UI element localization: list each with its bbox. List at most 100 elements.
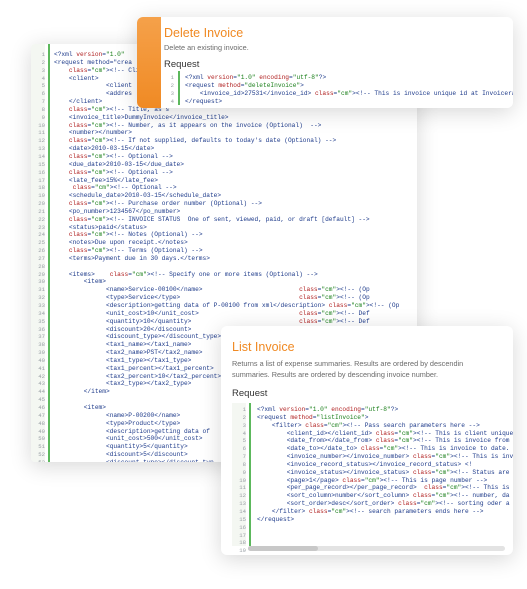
line-number: 46 [38,403,45,411]
code-line: <status>paid</status> [54,223,147,231]
gutter-divider [48,44,50,462]
line-number: 42 [38,372,45,380]
delete-request-label: Request [164,59,200,70]
line-number: 25 [38,239,45,247]
code-line: <item> [54,278,106,286]
code-line: <quantity>10</quantity> class="cm"><!-- … [54,317,370,325]
line-number: 21 [38,207,45,215]
line-number: 26 [38,247,45,255]
line-number: 53 [31,459,45,462]
scrollbar-thumb[interactable] [248,546,318,551]
line-number: 17 [38,176,45,184]
line-number: 15 [38,160,45,168]
code-line: <description>getting data of P-00100 fro… [54,302,400,309]
list-invoice-code: <?xml version="1.0" encoding="utf-8"?> <r… [257,406,513,555]
line-number: 5 [242,437,246,445]
list-invoice-description: Returns a list of expense summaries. Res… [232,359,463,380]
line-number: 6 [41,90,45,98]
code-line: </filter> class="cm"><!-- search paramet… [257,507,484,515]
code-line: class="cm"><!-- Purchase order number (O… [68,200,262,208]
code-line: <sort_order>desc</sort_order> class="cm"… [257,500,510,508]
line-number: 11 [38,129,45,137]
code-line: <unit_cost>10</unit_cost> class="cm"><!-… [54,309,370,317]
delete-invoice-card: Delete Invoice Delete an existing invoic… [137,17,513,108]
code-line: <invoice_id>27531</invoice_id> class="cm… [185,89,513,97]
line-number: 20 [38,200,45,208]
code-line: <?xml version="1.0" encoding="utf-8"?> [257,406,399,413]
line-number: 48 [38,419,45,427]
code-line: <terms>Payment due in 30 days.</terms> [54,254,210,262]
code-line: class="cm"><!-- Optional --> [68,168,173,176]
line-number: 3 [41,66,45,74]
line-number: 36 [38,325,45,333]
line-number: 10 [38,121,45,129]
line-number: 47 [38,411,45,419]
delete-invoice-code: <?xml version="1.0" encoding="utf-8"?> <r… [185,74,513,105]
code-line: <schedule_date>2010-03-15</schedule_date… [54,192,222,200]
line-number: 8 [41,105,45,113]
code-line: <date_to></date_to> class="cm"><!-- This… [257,445,510,453]
code-line: class="cm"><!-- Number, as it appears on… [68,121,322,129]
line-number: 31 [38,286,45,294]
code-line: </request> [257,515,295,523]
line-number: 40 [38,356,45,364]
line-number: 19 [239,547,246,555]
code-line: <sort_column>number</sort_column> class=… [257,492,510,500]
line-number: 1 [41,51,45,58]
code-line: <client_id></client_id> class="cm"><!-- … [257,429,513,437]
gutter-divider [249,403,251,546]
code-line: <due_date>2010-03-15</due_date> [54,160,184,168]
line-number: 52 [38,451,45,459]
line-number: 17 [239,531,246,539]
code-line: <items> class="cm"><!-- Specify one or m… [54,270,318,278]
line-number: 3 [242,421,246,429]
code-line: class="cm"><!-- Notes (Optional) --> [68,231,203,239]
line-number: 2 [41,58,45,66]
line-number: 34 [38,309,45,317]
line-number: 28 [38,262,45,270]
line-number: 9 [41,113,45,121]
description-line-1: Returns a list of expense summaries. Res… [232,359,464,368]
line-number: 2 [242,413,246,421]
line-numbers: 1 2 3 4 5 6 7 8 9 10 11 12 13 14 15 16 17 18 19 20 21 22 23 24 2… [31,51,45,462]
line-number: 30 [38,278,45,286]
line-number: 16 [38,168,45,176]
code-line: <type>Service</type> class="cm"><!-- (Op [54,294,370,302]
code-line: <invoice_record_status></invoice_record_… [257,460,473,468]
line-number: 18 [38,184,45,192]
code-line: <late_fee>15%</late_fee> [54,176,158,184]
code-line: <filter> class="cm"><!-- Pass search par… [257,421,480,429]
line-number: 33 [38,302,45,309]
line-number: 5 [41,82,45,90]
code-line: <invoice_number></invoice_number> class=… [257,453,513,461]
code-line: <request method="deleteInvoice"> [185,81,304,89]
line-number: 8 [242,460,246,468]
line-number: 6 [242,445,246,453]
description-line-2: summaries. Results are ordered by descen… [232,369,439,379]
line-numbers: 1 2 3 4 5 6 7 8 9 10 11 12 13 14 15 16 17 18 19 [232,406,246,555]
line-number: 4 [242,429,246,437]
line-number: 45 [38,396,45,404]
line-number: 4 [41,74,45,82]
line-number: 13 [239,500,246,508]
line-number: 39 [38,349,45,357]
line-number: 7 [242,453,246,461]
delete-invoice-title: Delete Invoice [164,26,244,40]
gutter-divider [178,71,180,105]
code-line: <date_from></date_from> class="cm"><!-- … [257,437,510,445]
line-number: 19 [38,192,45,200]
line-number: 11 [239,484,246,492]
line-number: 1 [242,406,246,413]
line-number: 9 [242,468,246,476]
line-number: 1 [170,74,174,81]
code-line: <invoice_status></invoice_status> class=… [257,468,510,476]
list-invoice-card: List Invoice Returns a list of expense s… [221,326,513,555]
line-numbers: 1234 [164,74,174,105]
code-line: <?xml version="1.0" encoding="utf-8"?> [185,74,327,81]
line-number: 49 [38,427,45,435]
line-number: 16 [239,523,246,531]
code-line: <notes>Due upon receipt.</notes> [54,239,188,247]
code-line: class="cm"><!-- Optional --> [68,152,173,160]
line-number: 27 [38,254,45,262]
